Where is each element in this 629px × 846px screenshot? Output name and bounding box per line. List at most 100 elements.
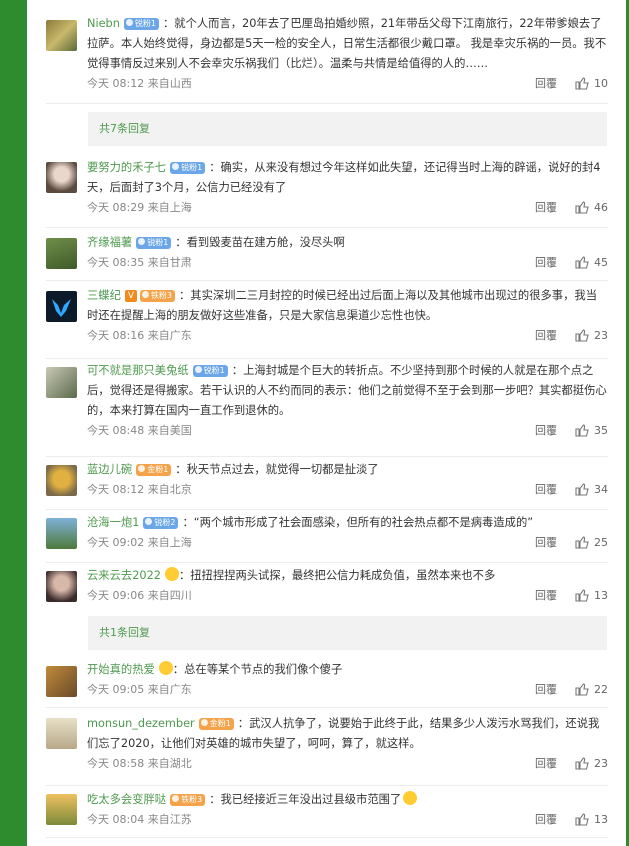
timestamp: 今天 09:06 [87,589,145,602]
username[interactable]: 云来云去2022 [87,569,161,582]
username[interactable]: 齐缘福薯 [87,236,132,249]
avatar[interactable] [46,666,77,697]
like-button[interactable]: 46 [575,201,608,214]
username[interactable]: Niebn [87,17,120,30]
location: 来自江苏 [147,813,192,826]
fan-badge: 锐粉1 [136,237,172,249]
thumbs-up-icon [575,683,589,696]
like-button[interactable]: 22 [575,683,608,696]
like-button[interactable]: 23 [575,757,608,770]
username[interactable]: 吃太多会变胖哒 [87,793,166,806]
username[interactable]: 开始真的热爱 [87,663,155,676]
thumbs-up-icon [575,757,589,770]
reply-button[interactable]: 回覆 [535,256,557,269]
reply-button[interactable]: 回覆 [535,813,557,826]
avatar[interactable] [46,367,77,398]
comment-meta: 今天 08:29 来自上海 回覆 46 [87,198,608,218]
badge-icon [194,366,202,373]
comment-meta: 今天 09:05 来自广东 回覆 22 [87,680,608,700]
comment-meta: 今天 09:06 来自四川 回覆 13 [87,586,608,606]
timestamp: 今天 08:12 [87,483,145,496]
avatar[interactable] [46,518,77,549]
location: 来自上海 [147,201,192,214]
location: 来自甘肃 [147,256,192,269]
location: 来自广东 [147,329,192,342]
thumbs-up-icon [575,424,589,437]
like-button[interactable]: 45 [575,256,608,269]
comment-content: ：“两个城市形成了社会面感染，但所有的社会热点都不是病毒造成的” [182,516,534,529]
username[interactable]: 三蝶纪 [87,289,121,302]
reply-button[interactable]: 回覆 [535,757,557,770]
avatar[interactable] [46,465,77,496]
comment-text: Niebn 锐粉1 ：就个人而言，20年去了巴厘岛拍婚纱照，21年带岳父母下江南旅行… [87,14,608,74]
avatar[interactable] [46,162,77,193]
like-button[interactable]: 23 [575,329,608,342]
like-button[interactable]: 25 [575,536,608,549]
comment-item: 开始真的热爱 ：总在等某个节点的我们像个傻子 今天 09:05 来自广东 回覆 22 [46,656,608,708]
fan-badge: 金粉1 [136,464,172,476]
username[interactable]: 沧海一炮1 [87,516,139,529]
vip-icon: V [124,290,137,302]
fan-badge: 金粉1 [198,718,234,730]
reply-button[interactable]: 回覆 [535,683,557,696]
like-count: 34 [594,483,608,496]
reply-button[interactable]: 回覆 [535,329,557,342]
badge-icon [172,795,180,802]
reply-button[interactable]: 回覆 [535,483,557,496]
username[interactable]: monsun_dezember [87,717,195,730]
thumbs-up-icon [575,256,589,269]
avatar[interactable] [46,718,77,749]
location: 来自广东 [147,683,192,696]
comment-meta: 今天 08:16 来自广东 回覆 23 [87,326,608,346]
location: 来自山西 [147,77,192,90]
reply-button[interactable]: 回覆 [535,77,557,90]
avatar[interactable] [46,238,77,269]
thumbs-up-icon [575,77,589,90]
comment-item: 吃太多会变胖哒 铁粉3 ：我已经接近三年没出过县级市范围了 今天 08:04 来自江… [46,786,608,838]
username[interactable]: 蓝边儿碗 [87,463,132,476]
comment-text: 沧海一炮1 锐粉2 ：“两个城市形成了社会面感染，但所有的社会热点都不是病毒造成的” [87,513,608,533]
fan-badge: 铁粉3 [139,290,175,302]
comment-meta: 今天 08:35 来自甘肃 回覆 45 [87,253,608,273]
comment-text: 可不就是那只美兔纸 锐粉1 ：上海封城是个巨大的转折点。不少坚持到那个时候的人就是在… [87,361,608,421]
username[interactable]: 要努力的禾子七 [87,161,166,174]
timestamp: 今天 08:29 [87,201,145,214]
badge-icon [138,238,146,245]
fan-badge: 铁粉3 [170,794,206,806]
reply-button[interactable]: 回覆 [535,536,557,549]
avatar[interactable] [46,794,77,825]
timestamp: 今天 08:04 [87,813,145,826]
comment-content: ：就个人而言，20年去了巴厘岛拍婚纱照，21年带岳父母下江南旅行，22年带爹娘去… [87,17,607,70]
more-replies-link[interactable]: 共7条回复 [88,112,607,146]
comment-item: 可不就是那只美兔纸 锐粉1 ：上海封城是个巨大的转折点。不少坚持到那个时候的人就是在… [46,359,608,457]
reply-button[interactable]: 回覆 [535,589,557,602]
comment-meta: 今天 09:02 来自上海 回覆 25 [87,533,608,553]
location: 来自北京 [147,483,192,496]
comment-content: ：总在等某个节点的我们像个傻子 [172,663,343,676]
more-replies-link[interactable]: 共1条回复 [88,616,607,650]
reply-button[interactable]: 回覆 [535,201,557,214]
timestamp: 今天 08:16 [87,329,145,342]
like-count: 13 [594,813,608,826]
like-button[interactable]: 13 [575,589,608,602]
timestamp: 今天 09:02 [87,536,145,549]
like-count: 45 [594,256,608,269]
like-button[interactable]: 13 [575,813,608,826]
timestamp: 今天 09:05 [87,683,145,696]
comment-text: 蓝边儿碗 金粉1 ：秋天节点过去，就觉得一切都是扯淡了 [87,460,608,480]
fan-badge: 锐粉1 [170,162,206,174]
timestamp: 今天 08:12 [87,77,145,90]
like-button[interactable]: 10 [575,77,608,90]
comment-text: monsun_dezember 金粉1 ：武汉人抗争了，说要始于此终于此，结果多少人… [87,714,608,754]
username[interactable]: 可不就是那只美兔纸 [87,364,189,377]
emoji-badge-icon [164,567,179,581]
like-button[interactable]: 34 [575,483,608,496]
thumbs-up-icon [575,201,589,214]
avatar[interactable] [46,291,77,322]
avatar[interactable] [46,571,77,602]
comment-text: 吃太多会变胖哒 铁粉3 ：我已经接近三年没出过县级市范围了 [87,790,608,810]
reply-button[interactable]: 回覆 [535,424,557,437]
like-count: 13 [594,589,608,602]
avatar[interactable] [46,20,77,51]
like-button[interactable]: 35 [575,424,608,437]
